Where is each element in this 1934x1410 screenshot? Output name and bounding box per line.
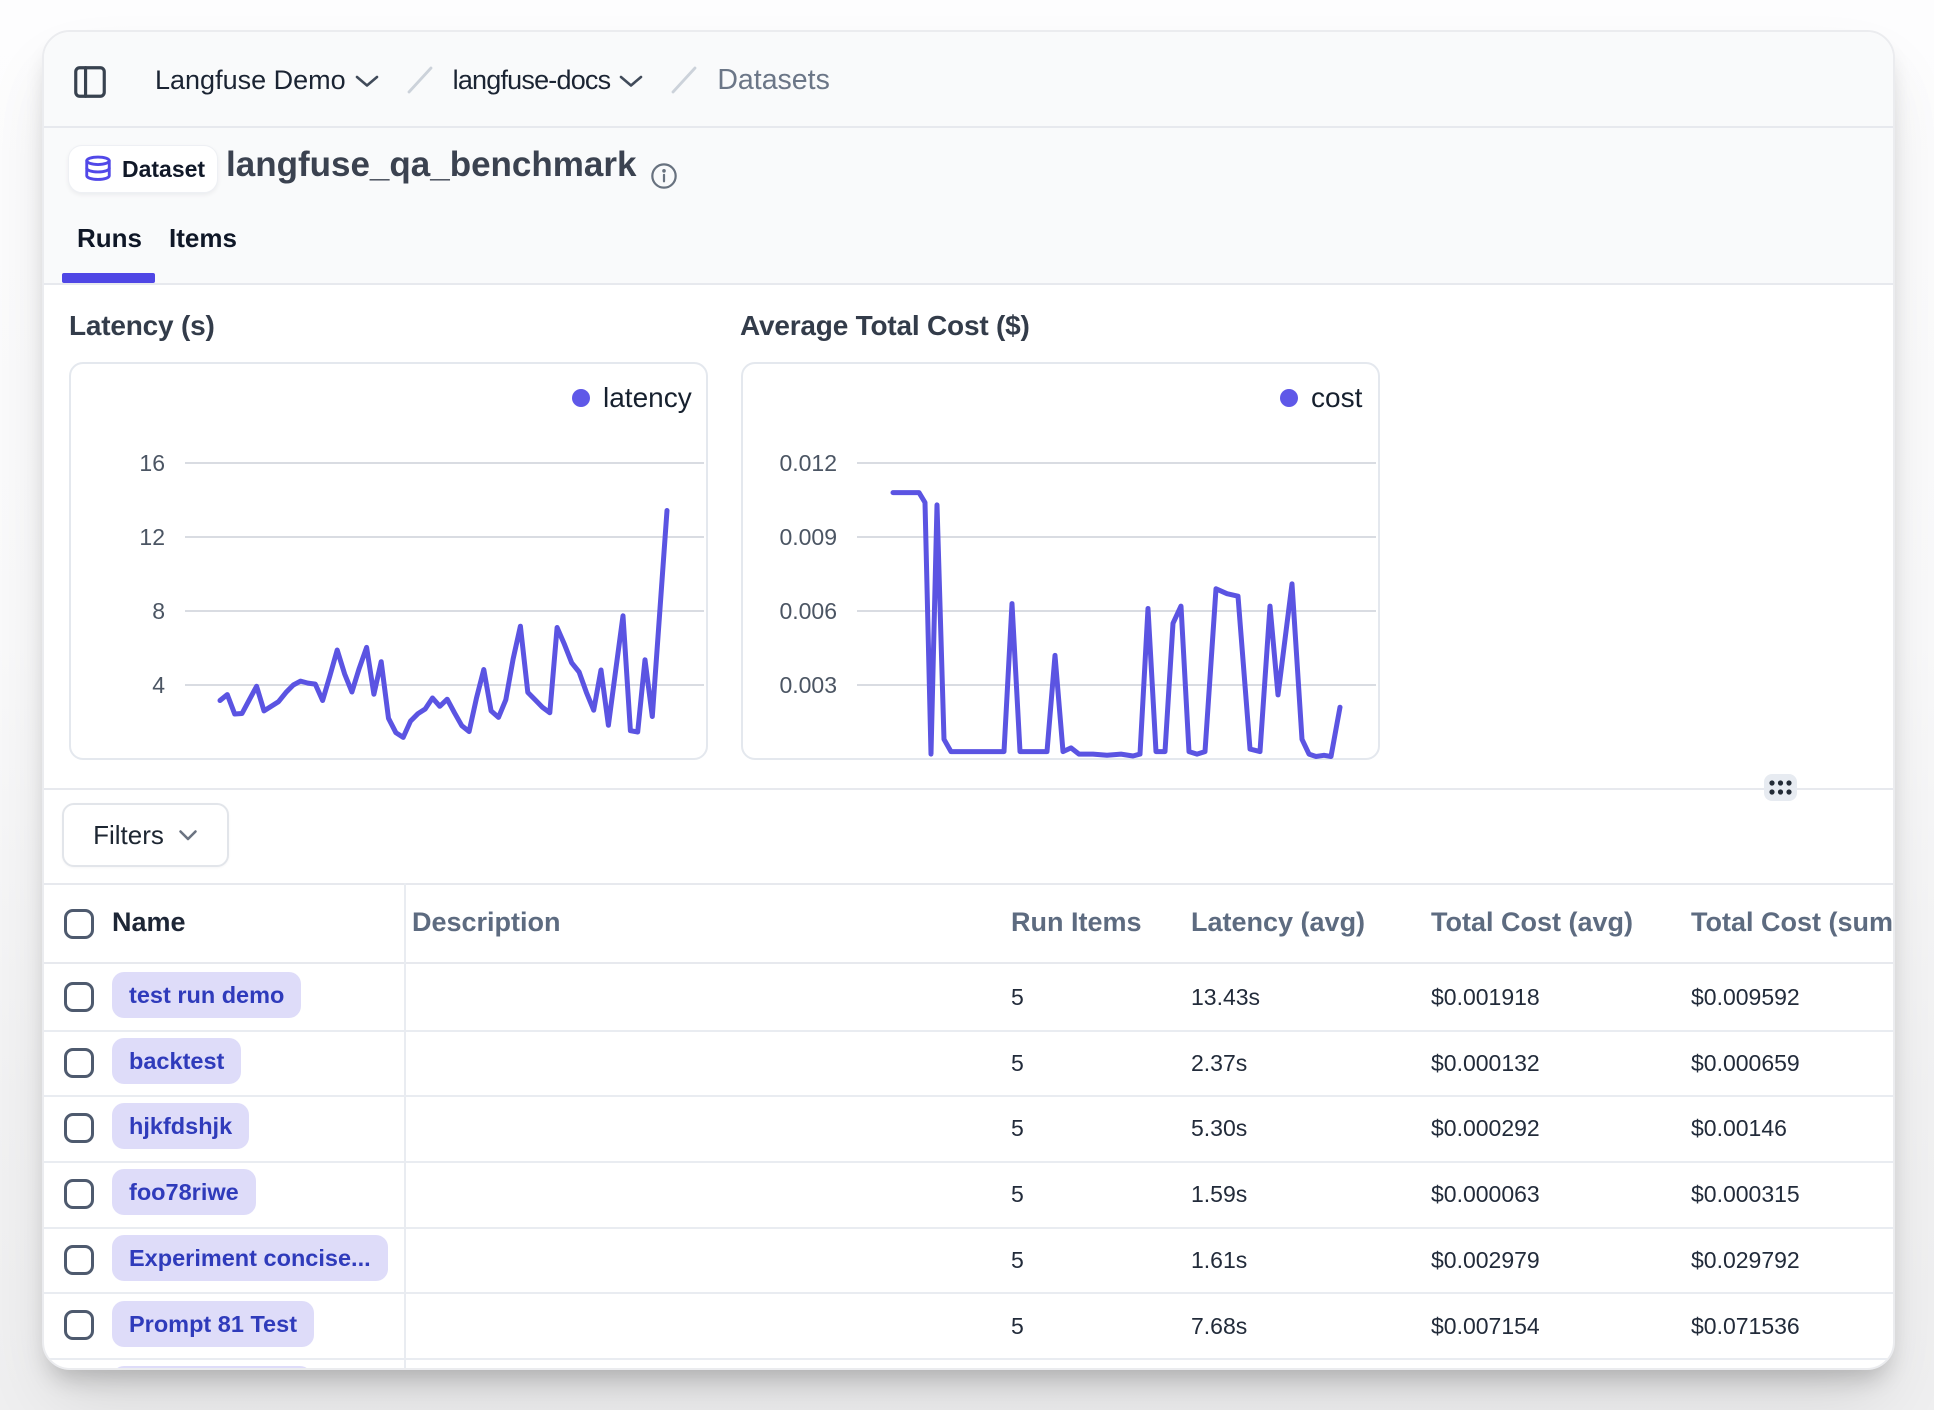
svg-text:0.003: 0.003 [779,672,837,698]
svg-text:latency: latency [603,382,692,413]
svg-text:0.006: 0.006 [779,598,837,624]
svg-text:12: 12 [139,524,165,550]
svg-text:4: 4 [152,672,165,698]
svg-text:cost: cost [1311,382,1363,413]
svg-text:0.012: 0.012 [779,450,837,476]
svg-text:0.009: 0.009 [779,524,837,550]
svg-text:16: 16 [139,450,165,476]
svg-text:8: 8 [152,598,165,624]
